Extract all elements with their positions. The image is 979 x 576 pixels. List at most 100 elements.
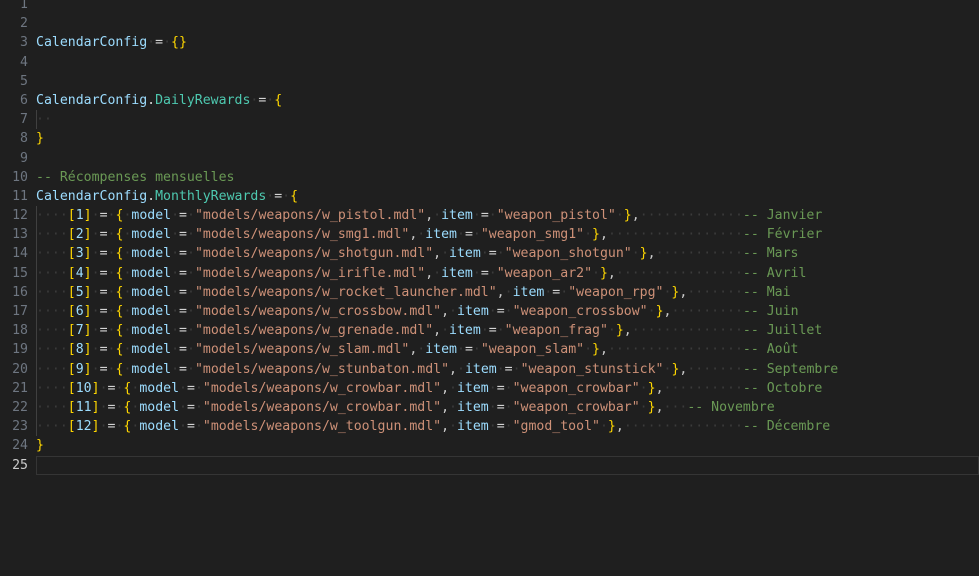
code-line[interactable]: 8} [0,129,979,148]
line-content[interactable]: ····[7]·=·{·model·=·"models/weapons/w_gr… [36,321,822,340]
code-line[interactable]: 6 CalendarConfig.DailyRewards·=·{ [0,91,979,110]
code-line[interactable]: 16 ····[5]·=·{·model·=·"models/weapons/w_… [0,283,979,302]
line-content[interactable]: -- Récompenses mensuelles [36,168,235,187]
code-line[interactable]: 4 [0,53,979,72]
code-editor[interactable]: 1 2 3 CalendarConfig·=·{} 4 5 6 CalendarConfig.… [0,0,979,576]
code-line[interactable]: 17 ····[6]·=·{·model·=·"models/weapons/w_… [0,302,979,321]
code-line[interactable]: 15 ····[4]·=·{·model·=·"models/weapons/w_… [0,264,979,283]
line-content[interactable]: } [36,129,44,148]
whitespace-dots: · [194,380,203,396]
whitespace-dots: · [449,304,457,319]
whitespace-dots: · [472,227,481,243]
line-number[interactable]: 4 [0,53,28,72]
whitespace-dots: · [187,208,195,224]
code-line[interactable]: 11 CalendarConfig.MonthlyRewards·=·{ [0,187,979,206]
line-number[interactable]: 8 [0,129,28,148]
line-content[interactable]: CalendarConfig.MonthlyRewards·=·{ [36,187,298,206]
whitespace-dots: ···· [36,246,68,262]
whitespace-dots: ··············· [623,419,743,435]
line-content[interactable]: ····[5]·=·{·model·=·"models/weapons/w_ro… [36,283,791,302]
code-line[interactable]: 14 ····[3]·=·{·model·=·"models/weapons/w_… [0,244,979,263]
whitespace-dots: · [99,380,108,396]
line-number[interactable]: 19 [0,340,28,359]
line-content[interactable]: ····[2]·=·{·model·=·"models/weapons/w_sm… [36,225,822,244]
whitespace-dots: · [504,304,513,319]
whitespace-dots: · [615,208,624,224]
line-number[interactable]: 11 [0,187,28,206]
code-line[interactable]: 19 ····[8]·=·{·model·=·"models/weapons/w_… [0,340,979,359]
code-line[interactable]: 21 ····[10]·=·{·model·=·"models/weapons/w… [0,379,979,398]
whitespace-dots: · [163,35,172,51]
whitespace-dots: · [187,361,195,377]
line-number[interactable]: 14 [0,244,28,263]
whitespace-dots: · [187,304,195,319]
whitespace-dots: · [91,208,100,224]
whitespace-dots: · [584,342,593,358]
line-number[interactable]: 20 [0,360,28,379]
line-number[interactable]: 25 [0,456,28,475]
line-number[interactable]: 23 [0,417,28,436]
line-number[interactable]: 10 [0,168,28,187]
line-number[interactable]: 12 [0,206,28,225]
line-content[interactable]: ····[4]·=·{·model·=·"models/weapons/w_ir… [36,264,806,283]
code-line[interactable]: 3 CalendarConfig·=·{} [0,33,979,52]
code-line[interactable]: 10 -- Récompenses mensuelles [0,168,979,187]
code-line[interactable]: 20 ····[9]·=·{·model·=·"models/weapons/w_… [0,360,979,379]
whitespace-dots: · [179,380,187,396]
code-line[interactable]: 12 ····[1]·=·{·model·=·"models/weapons/w_… [0,206,979,225]
line-content[interactable]: ····[12]·=·{·model·=·"models/weapons/w_t… [36,417,830,436]
code-line[interactable]: 23 ····[12]·=·{·model·=·"models/weapons/w… [0,417,979,436]
line-content[interactable]: CalendarConfig.DailyRewards·=·{ [36,91,282,110]
line-content[interactable]: } [36,436,44,455]
whitespace-dots: · [171,246,180,262]
code-line[interactable]: 22 ····[11]·=·{·model·=·"models/weapons/w… [0,398,979,417]
code-line[interactable]: 5 [0,72,979,91]
line-number[interactable]: 21 [0,379,28,398]
line-content[interactable]: ····[10]·=·{·model·=·"models/weapons/w_c… [36,379,822,398]
line-number[interactable]: 24 [0,436,28,455]
code-lines-container[interactable]: 1 2 3 CalendarConfig·=·{} 4 5 6 CalendarConfig.… [0,0,979,475]
line-number[interactable]: 1 [0,0,28,14]
code-line[interactable]: 7 ·· [0,110,979,129]
line-number[interactable]: 22 [0,398,28,417]
line-number[interactable]: 15 [0,264,28,283]
line-number[interactable]: 6 [0,91,28,110]
whitespace-dots: · [91,227,100,243]
code-line[interactable]: 24} [0,436,979,455]
whitespace-dots: · [488,304,497,319]
line-number[interactable]: 13 [0,225,28,244]
whitespace-dots: · [496,361,505,377]
code-line[interactable]: 2 [0,14,979,33]
line-content[interactable]: ····[3]·=·{·model·=·"models/weapons/w_sh… [36,244,799,263]
whitespace-dots: · [433,265,442,281]
whitespace-dots: · [480,323,489,339]
code-line[interactable]: 18 ····[7]·=·{·model·=·"models/weapons/w_… [0,321,979,340]
code-line[interactable]: 1 [0,0,979,14]
code-line-active[interactable]: 25 [0,455,979,475]
line-number[interactable]: 9 [0,149,28,168]
line-content[interactable]: ····[8]·=·{·model·=·"models/weapons/w_sl… [36,340,799,359]
line-content[interactable]: ····[9]·=·{·model·=·"models/weapons/w_st… [36,360,838,379]
line-number[interactable]: 5 [0,72,28,91]
line-content[interactable]: ·· [36,110,52,129]
whitespace-dots: · [472,208,481,224]
line-number[interactable]: 16 [0,283,28,302]
whitespace-dots: · [433,208,442,224]
whitespace-dots: ················· [607,342,743,358]
line-content[interactable]: ····[1]·=·{·model·=·"models/weapons/w_pi… [36,206,822,225]
line-number[interactable]: 7 [0,110,28,129]
line-content[interactable]: CalendarConfig·=·{} [36,33,187,52]
whitespace-dots: · [147,35,156,51]
line-content[interactable]: ····[11]·=·{·model·=·"models/weapons/w_c… [36,398,775,417]
line-number[interactable]: 2 [0,14,28,33]
line-number[interactable]: 17 [0,302,28,321]
line-number[interactable]: 18 [0,321,28,340]
code-line[interactable]: 9 [0,149,979,168]
whitespace-dots: · [472,265,481,281]
whitespace-dots: · [647,304,656,319]
code-line[interactable]: 13 ····[2]·=·{·model·=·"models/weapons/w_… [0,225,979,244]
whitespace-dots: ·· [36,112,52,128]
line-content[interactable]: ····[6]·=·{·model·=·"models/weapons/w_cr… [36,302,799,321]
whitespace-dots: · [607,323,616,339]
line-number[interactable]: 3 [0,33,28,52]
